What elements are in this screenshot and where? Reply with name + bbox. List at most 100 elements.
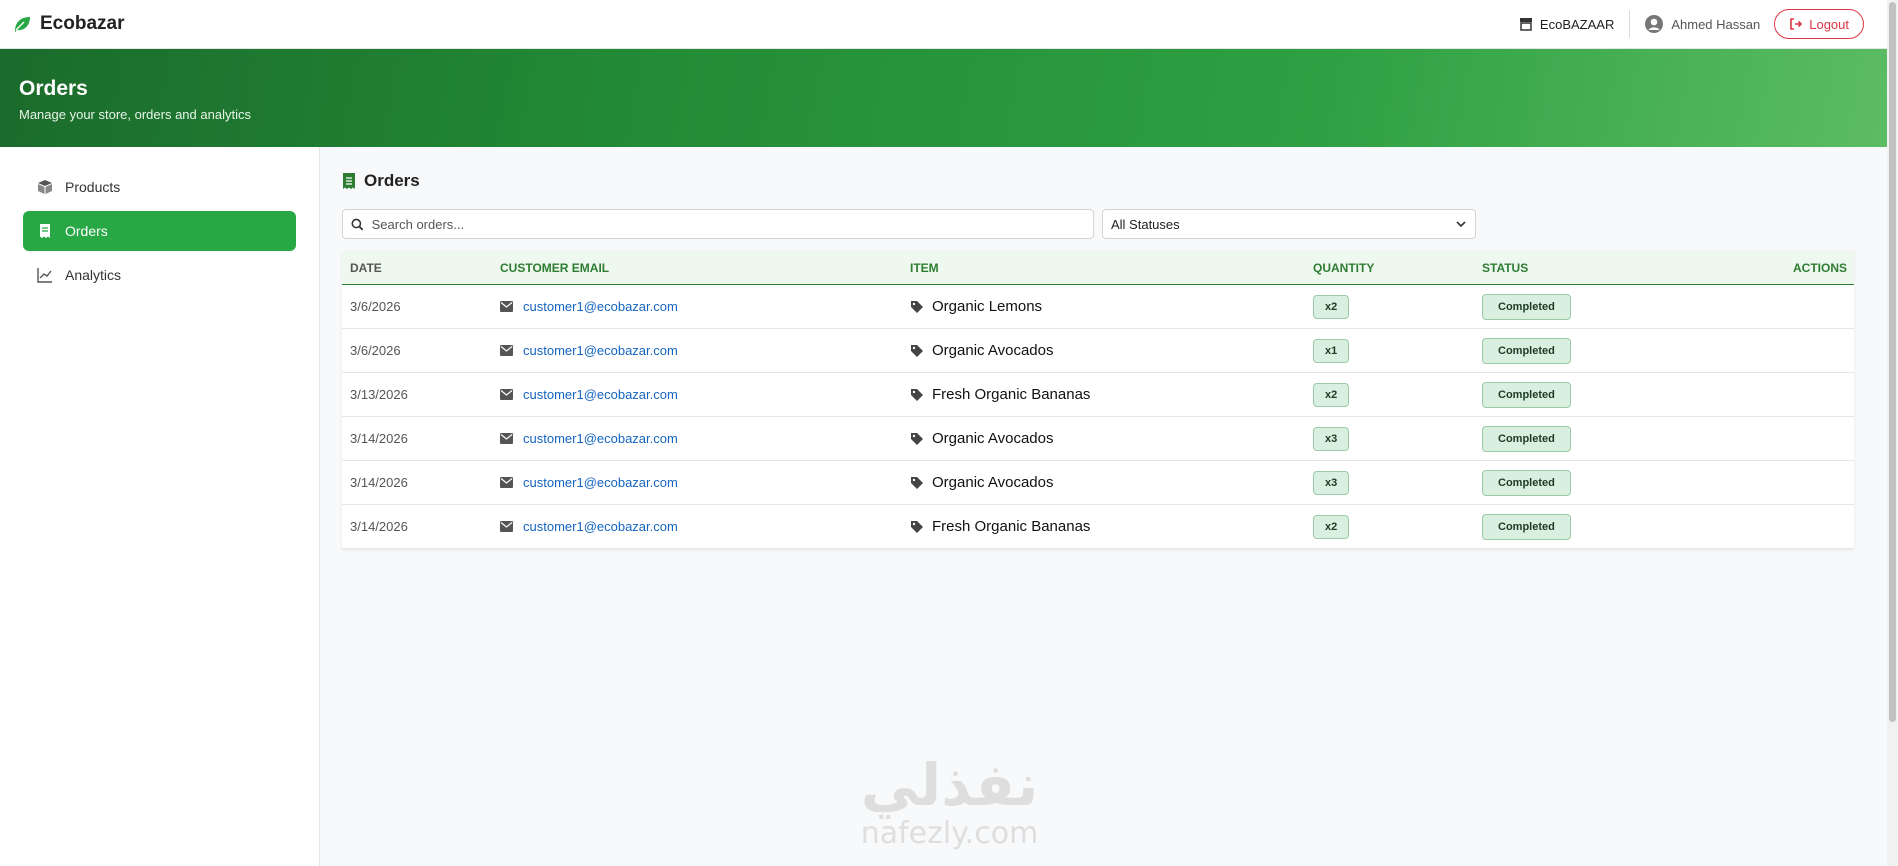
status-badge: Completed bbox=[1482, 337, 1571, 364]
table-row: 3/13/2026 customer1@ecobazar.com Fresh O… bbox=[342, 373, 1854, 417]
status-filter-select[interactable]: All Statuses bbox=[1102, 209, 1476, 239]
envelope-icon bbox=[500, 477, 513, 488]
page-scrollbar[interactable] bbox=[1887, 0, 1898, 866]
tag-icon bbox=[911, 476, 923, 489]
leaf-icon bbox=[15, 17, 30, 32]
tag-icon bbox=[911, 344, 923, 357]
top-navbar: Ecobazar EcoBAZAAR Ahmed Hassan Logout bbox=[0, 0, 1898, 49]
quantity-badge: x2 bbox=[1313, 382, 1350, 407]
status-badge: Completed bbox=[1482, 293, 1571, 320]
quantity-badge: x3 bbox=[1313, 426, 1350, 451]
order-date: 3/13/2026 bbox=[350, 387, 408, 402]
customer-email-link[interactable]: customer1@ecobazar.com bbox=[523, 431, 678, 446]
user-menu[interactable]: Ahmed Hassan bbox=[1630, 14, 1774, 34]
item-name: Organic Lemons bbox=[932, 298, 1043, 315]
table-row: 3/14/2026 customer1@ecobazar.com Fresh O… bbox=[342, 505, 1854, 549]
quantity-badge: x2 bbox=[1313, 294, 1350, 319]
order-email-cell: customer1@ecobazar.com bbox=[500, 519, 910, 534]
table-header: DATE CUSTOMER EMAIL ITEM QUANTITY STATUS… bbox=[342, 251, 1854, 285]
order-item-cell: Fresh Organic Bananas bbox=[910, 518, 1313, 535]
page-title: Orders bbox=[19, 77, 88, 100]
customer-email-link[interactable]: customer1@ecobazar.com bbox=[523, 299, 678, 314]
order-email-cell: customer1@ecobazar.com bbox=[500, 475, 910, 490]
sidebar-item-orders[interactable]: Orders bbox=[23, 211, 296, 251]
status-badge: Completed bbox=[1482, 381, 1571, 408]
user-name: Ahmed Hassan bbox=[1671, 16, 1761, 32]
watermark: نفذلي nafezly.com bbox=[842, 752, 1057, 862]
envelope-icon bbox=[500, 345, 513, 356]
brand[interactable]: Ecobazar bbox=[12, 13, 124, 35]
table-row: 3/6/2026 customer1@ecobazar.com Organic … bbox=[342, 329, 1854, 373]
item-name: Organic Avocados bbox=[932, 474, 1054, 491]
order-item-cell: Organic Lemons bbox=[910, 298, 1313, 315]
item-name: Organic Avocados bbox=[932, 342, 1054, 359]
tag-icon bbox=[911, 300, 923, 313]
order-date: 3/6/2026 bbox=[350, 343, 401, 358]
table-row: 3/14/2026 customer1@ecobazar.com Organic… bbox=[342, 417, 1854, 461]
order-date: 3/6/2026 bbox=[350, 299, 401, 314]
tag-icon bbox=[911, 388, 923, 401]
order-item-cell: Organic Avocados bbox=[910, 342, 1313, 359]
section-title-text: Orders bbox=[364, 171, 420, 190]
receipt-icon bbox=[40, 224, 50, 238]
order-email-cell: customer1@ecobazar.com bbox=[500, 431, 910, 446]
order-date: 3/14/2026 bbox=[350, 431, 408, 446]
customer-email-link[interactable]: customer1@ecobazar.com bbox=[523, 343, 678, 358]
tag-icon bbox=[911, 520, 923, 533]
quantity-badge: x3 bbox=[1313, 470, 1350, 495]
column-header-date[interactable]: DATE bbox=[342, 261, 500, 275]
order-email-cell: customer1@ecobazar.com bbox=[500, 299, 910, 314]
sidebar-item-analytics[interactable]: Analytics bbox=[23, 255, 296, 295]
column-header-item[interactable]: ITEM bbox=[910, 261, 1313, 275]
watermark-latin: nafezly.com bbox=[860, 816, 1039, 851]
status-badge: Completed bbox=[1482, 469, 1571, 496]
store-link[interactable]: EcoBAZAAR bbox=[1519, 10, 1631, 38]
chevron-down-icon bbox=[1456, 221, 1466, 228]
column-header-quantity[interactable]: QUANTITY bbox=[1313, 261, 1482, 275]
envelope-icon bbox=[500, 301, 513, 312]
column-header-email[interactable]: CUSTOMER EMAIL bbox=[500, 261, 910, 275]
sidebar-item-label: Products bbox=[65, 179, 121, 195]
brand-name: Ecobazar bbox=[40, 13, 125, 34]
store-icon bbox=[1519, 18, 1532, 31]
order-date: 3/14/2026 bbox=[350, 519, 408, 534]
watermark-arabic: نفذلي bbox=[860, 751, 1039, 819]
orders-table: DATE CUSTOMER EMAIL ITEM QUANTITY STATUS… bbox=[342, 251, 1854, 549]
order-email-cell: customer1@ecobazar.com bbox=[500, 387, 910, 402]
scrollbar-thumb[interactable] bbox=[1889, 2, 1896, 722]
logout-button[interactable]: Logout bbox=[1774, 9, 1864, 39]
item-name: Fresh Organic Bananas bbox=[932, 518, 1091, 535]
search-input[interactable] bbox=[371, 216, 1085, 232]
tag-icon bbox=[911, 432, 923, 445]
customer-email-link[interactable]: customer1@ecobazar.com bbox=[523, 475, 678, 490]
envelope-icon bbox=[500, 389, 513, 400]
customer-email-link[interactable]: customer1@ecobazar.com bbox=[523, 519, 678, 534]
table-row: 3/6/2026 customer1@ecobazar.com Organic … bbox=[342, 285, 1854, 329]
item-name: Organic Avocados bbox=[932, 430, 1054, 447]
status-filter-value: All Statuses bbox=[1111, 216, 1180, 232]
order-item-cell: Fresh Organic Bananas bbox=[910, 386, 1313, 403]
sidebar-item-label: Analytics bbox=[65, 267, 122, 283]
envelope-icon bbox=[500, 433, 513, 444]
chart-line-icon bbox=[37, 268, 52, 283]
user-circle-icon bbox=[1645, 15, 1664, 33]
section-title: Orders bbox=[342, 171, 420, 191]
quantity-badge: x2 bbox=[1313, 514, 1350, 539]
quantity-badge: x1 bbox=[1313, 338, 1350, 363]
order-date: 3/14/2026 bbox=[350, 475, 408, 490]
envelope-icon bbox=[500, 521, 513, 532]
logout-icon bbox=[1790, 18, 1803, 30]
logout-label: Logout bbox=[1809, 16, 1849, 32]
sidebar-item-products[interactable]: Products bbox=[23, 167, 296, 207]
column-header-status[interactable]: STATUS bbox=[1482, 261, 1752, 275]
search-box[interactable] bbox=[342, 209, 1094, 239]
sidebar-item-label: Orders bbox=[65, 223, 108, 239]
customer-email-link[interactable]: customer1@ecobazar.com bbox=[523, 387, 678, 402]
item-name: Fresh Organic Bananas bbox=[932, 386, 1091, 403]
status-badge: Completed bbox=[1482, 513, 1571, 540]
search-icon bbox=[351, 218, 364, 230]
page-header: Orders Manage your store, orders and ana… bbox=[0, 49, 1887, 147]
receipt-icon bbox=[343, 173, 355, 189]
status-badge: Completed bbox=[1482, 425, 1571, 452]
order-email-cell: customer1@ecobazar.com bbox=[500, 343, 910, 358]
